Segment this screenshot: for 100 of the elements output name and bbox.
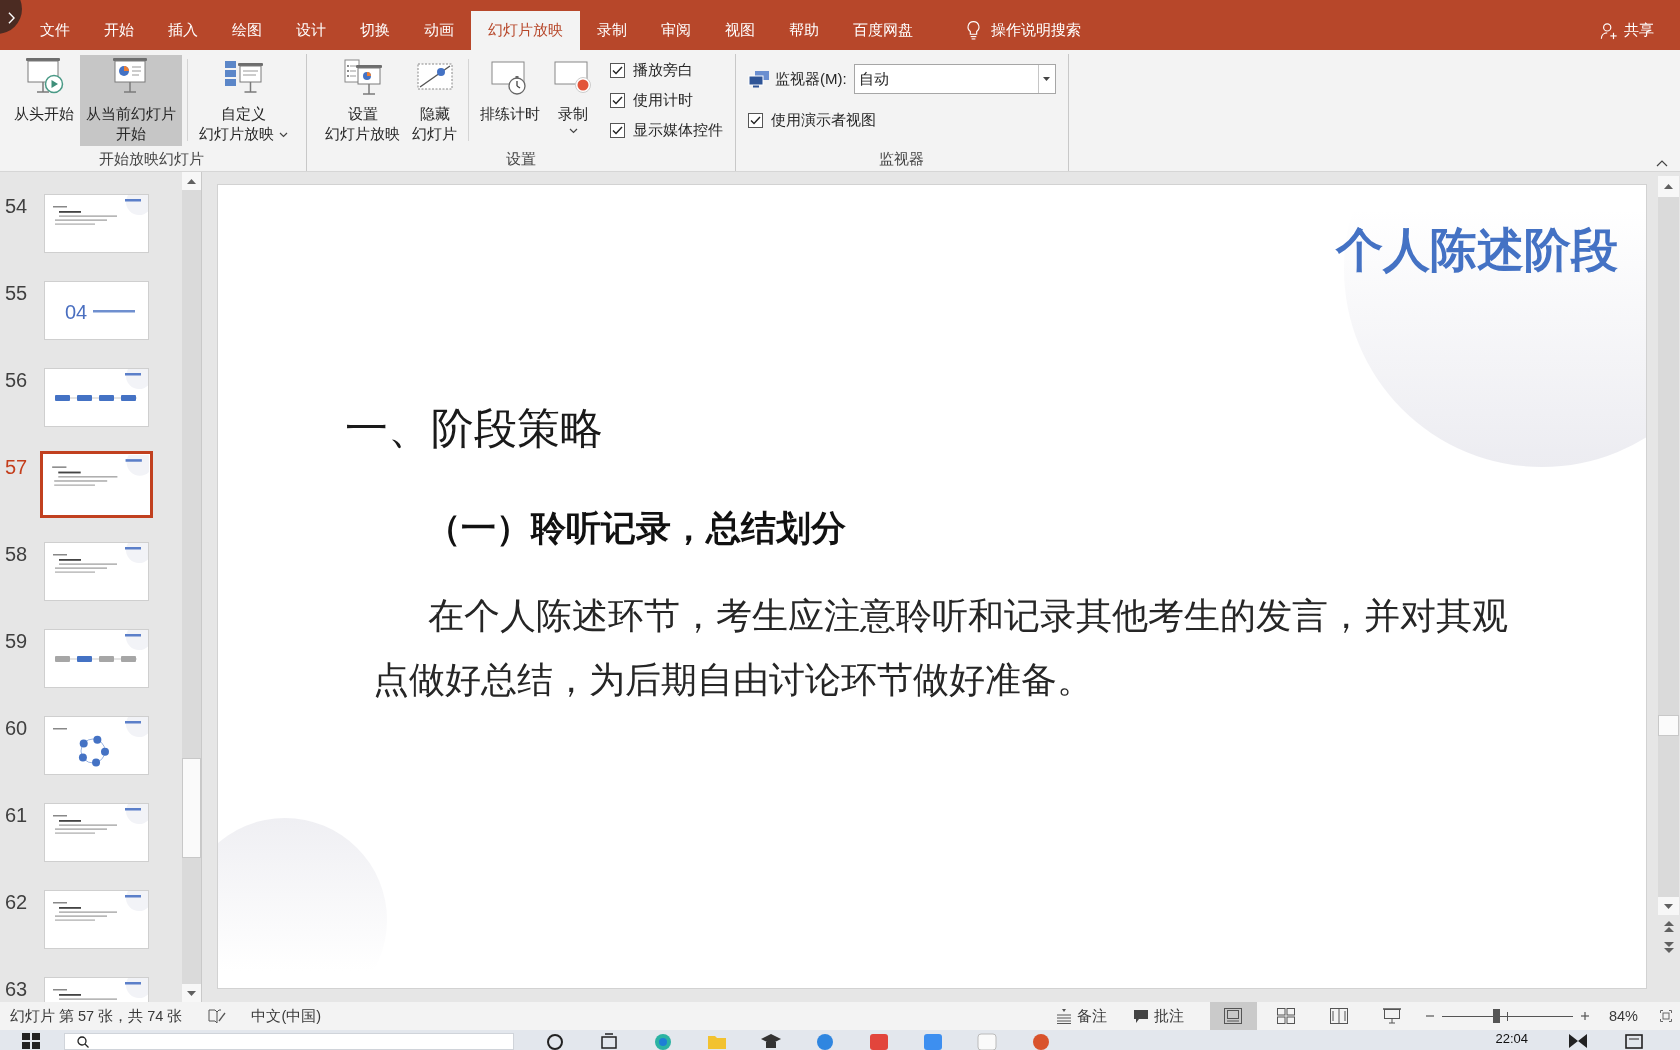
ribbon-button[interactable]: 录制: [546, 55, 600, 146]
slide-number: 60: [5, 717, 28, 740]
ribbon-button[interactable]: 隐藏 幻灯片: [406, 55, 463, 146]
slide-number: 56: [5, 369, 28, 392]
bowtie-icon: [1568, 1033, 1588, 1049]
checkbox-option[interactable]: 使用演示者视图: [748, 105, 1056, 135]
normal-view-icon: [1224, 1008, 1243, 1024]
checkbox[interactable]: [610, 62, 625, 78]
ribbon-tab[interactable]: 录制: [580, 11, 644, 50]
slide-title: 个人陈述阶段: [1336, 222, 1618, 278]
group-label: 开始放映幻灯片: [97, 149, 205, 169]
slide-heading: 一、阶段策略: [345, 403, 603, 454]
scrollbar-thumb[interactable]: [182, 758, 201, 858]
checkbox-option[interactable]: 播放旁白: [610, 55, 723, 85]
ribbon-tab[interactable]: 设计: [279, 11, 343, 50]
slide-number: 57: [5, 456, 28, 479]
ribbon-button[interactable]: 从头开始: [8, 55, 80, 146]
ribbon-tab[interactable]: 幻灯片放映: [471, 11, 580, 50]
slide-subheading: （一）聆听记录，总结划分: [426, 507, 846, 549]
slide-number: 55: [5, 282, 28, 305]
checkbox[interactable]: [610, 122, 625, 138]
notes-edit-icon: [208, 1008, 227, 1024]
ring-icon: [544, 1032, 566, 1050]
ribbon-button[interactable]: 排练计时: [474, 55, 546, 146]
zoom-slider[interactable]: [1441, 1009, 1573, 1023]
ribbon-tab[interactable]: 绘图: [215, 11, 279, 50]
graduation-cap-icon: [760, 1032, 782, 1050]
zoom-level[interactable]: 84%: [1608, 1008, 1638, 1024]
double-down-arrow-icon: [1663, 941, 1674, 953]
language-indicator[interactable]: 中文(中国): [251, 1006, 322, 1026]
ribbon-tab[interactable]: 百度网盘: [836, 11, 930, 50]
notes-button[interactable]: 备注: [1051, 1002, 1111, 1030]
slide-thumbnail[interactable]: 04: [44, 281, 149, 340]
checkbox-option[interactable]: 使用计时: [610, 85, 723, 115]
checkbox[interactable]: [610, 92, 625, 108]
app-tile-icon: [976, 1032, 998, 1050]
tell-me-search[interactable]: 操作说明搜索: [962, 11, 1085, 50]
app-circle-icon: [1030, 1032, 1052, 1050]
slide-sorter-icon: [1277, 1008, 1296, 1024]
ribbon-tab[interactable]: 审阅: [644, 11, 708, 50]
scroll-up-button[interactable]: [1658, 176, 1679, 197]
fit-to-window-icon: [1660, 1010, 1672, 1022]
ribbon-tab[interactable]: 视图: [708, 11, 772, 50]
section-number: 04: [65, 301, 88, 323]
scroll-down-button[interactable]: [182, 984, 201, 1002]
ribbon-button[interactable]: 设置 幻灯片放映: [319, 55, 406, 146]
circle-app-icon: [814, 1032, 836, 1050]
ribbon-tab[interactable]: 帮助: [772, 11, 836, 50]
slide-number: 59: [5, 630, 28, 653]
two-monitors-icon: [748, 70, 770, 88]
up-caret-icon: [1656, 160, 1668, 167]
lightbulb-icon: [966, 20, 981, 41]
windows-logo-icon: [22, 1033, 40, 1049]
add-person-icon: [1600, 21, 1618, 40]
double-up-arrow-icon: [1663, 920, 1674, 932]
slide-number: 62: [5, 891, 28, 914]
slide-thumbnail[interactable]: [40, 451, 153, 518]
notes-lines-icon: [1055, 1008, 1072, 1024]
monitor-dropdown[interactable]: 自动: [853, 64, 1056, 94]
reading-view-icon: [1330, 1008, 1349, 1024]
comments-button[interactable]: 批注: [1128, 1002, 1188, 1030]
app-tile-icon: [868, 1032, 890, 1050]
slide-paragraph: 在个人陈述环节，考生应注意聆听和记录其他考生的发言，并对其观点做好总结，为后期自由讨论环节做好准备。: [373, 594, 1509, 702]
group-label: 监视器: [878, 149, 926, 169]
group-label: 设置: [505, 149, 537, 169]
slide-number: 54: [5, 195, 28, 218]
chevron-icon: [8, 12, 15, 24]
zoom-slider-thumb[interactable]: [1492, 1009, 1500, 1023]
task-view-icon: [598, 1032, 620, 1050]
ribbon-tab[interactable]: 插入: [151, 11, 215, 50]
app-tile-icon: [922, 1032, 944, 1050]
taskbar-search-field[interactable]: [64, 1033, 514, 1050]
slide-number: 63: [5, 978, 28, 1001]
dropdown-arrow-icon: [1043, 77, 1051, 81]
slide-counter: 幻灯片 第 57 张，共 74 张: [10, 1006, 183, 1026]
ribbon-tab[interactable]: 开始: [87, 11, 151, 50]
globe-icon: [652, 1032, 674, 1050]
ribbon-button[interactable]: 自定义 幻灯片放映: [193, 55, 294, 146]
share-button[interactable]: 共享: [1596, 11, 1658, 50]
view-button[interactable]: [1209, 1002, 1257, 1030]
ribbon-tab[interactable]: 文件: [23, 11, 87, 50]
checkbox-option[interactable]: 显示媒体控件: [610, 115, 723, 145]
scrollbar-thumb[interactable]: [1658, 715, 1679, 736]
scroll-down-button[interactable]: [1658, 897, 1679, 915]
slide-number: 61: [5, 804, 28, 827]
down-triangle-icon: [187, 990, 196, 996]
speech-bubble-icon: [1132, 1008, 1149, 1024]
checkbox[interactable]: [748, 112, 763, 128]
search-icon: [77, 1035, 89, 1048]
ribbon-tab[interactable]: 切换: [343, 11, 407, 50]
notification-icon: [1624, 1033, 1644, 1049]
clock-time: 22:04: [1495, 1030, 1528, 1048]
collapse-ribbon-button[interactable]: [1656, 160, 1668, 167]
ribbon-tab[interactable]: 动画: [407, 11, 471, 50]
down-triangle-icon: [1664, 903, 1673, 909]
ribbon-button[interactable]: 从当前幻灯片 开始: [80, 55, 182, 146]
up-triangle-icon: [187, 178, 196, 184]
scroll-up-button[interactable]: [182, 172, 201, 190]
plus-icon: [1579, 1011, 1590, 1021]
monitor-label: 监视器(M):: [775, 69, 847, 89]
